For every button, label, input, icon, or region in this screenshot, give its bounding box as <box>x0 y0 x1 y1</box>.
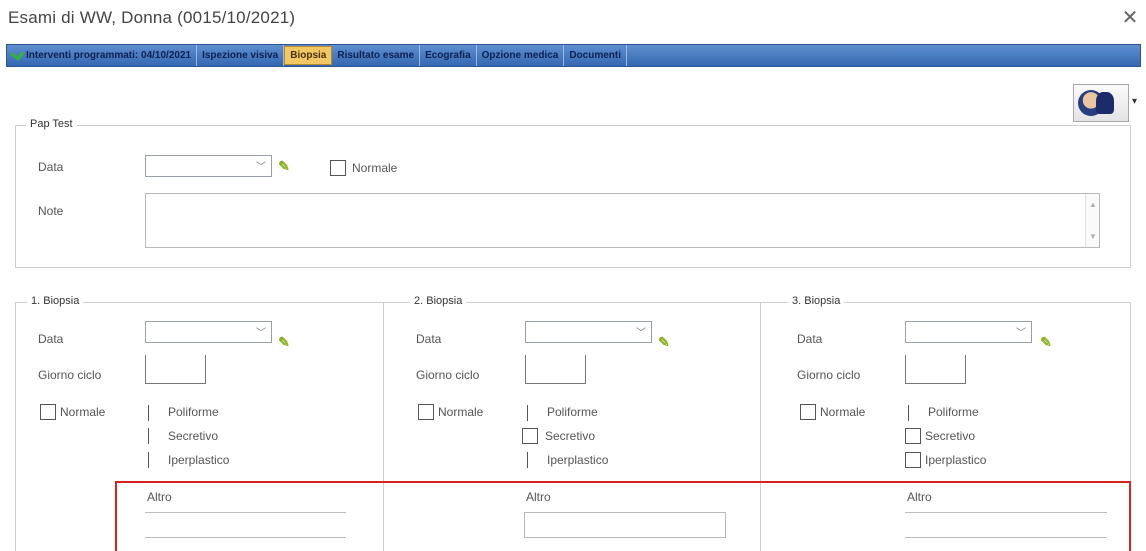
tab-label: Biopsia <box>290 50 327 61</box>
user-avatar-button[interactable] <box>1073 84 1129 122</box>
check-icon <box>10 46 25 61</box>
pap-test-legend: Pap Test <box>26 118 77 130</box>
biopsy-2-giorno-field[interactable] <box>525 355 586 384</box>
window-title: Esami di WW, Donna (0015/10/2021) <box>8 8 296 27</box>
tab-biopsia[interactable]: Biopsia <box>284 46 333 65</box>
pen-icon[interactable]: ✎ <box>276 334 292 350</box>
tab-documenti[interactable]: Documenti <box>564 45 627 66</box>
biopsy-3-iperplastico-checkbox[interactable] <box>905 452 921 468</box>
tab-opzione[interactable]: Opzione medica <box>477 45 565 66</box>
note-scrollbar[interactable]: ▲ ▼ <box>1085 194 1099 247</box>
tab-ispezione[interactable]: Ispezione visiva <box>197 45 285 66</box>
biopsy-3-secretivo-label: Secretivo <box>925 429 976 443</box>
biopsy-3-iperplastico-label: Iperplastico <box>925 453 987 467</box>
tab-interventi[interactable]: Interventi programmati: 04/10/2021 <box>7 45 198 66</box>
biopsy-1-data-combo[interactable]: ﹀ <box>145 321 272 343</box>
biopsy-1-secretivo-checkbox[interactable] <box>148 428 156 444</box>
pap-normale-checkbox[interactable] <box>330 160 346 176</box>
tab-label: Risultato esame <box>337 50 415 61</box>
chevron-down-icon[interactable]: ▾ <box>1132 96 1137 107</box>
biopsy-3-normale-label: Normale <box>820 405 866 419</box>
chevron-down-icon: ﹀ <box>1016 328 1026 339</box>
pen-icon[interactable]: ✎ <box>1038 334 1054 350</box>
biopsy-3-normale-checkbox[interactable] <box>800 404 816 420</box>
tab-risultato[interactable]: Risultato esame <box>332 45 421 66</box>
close-button[interactable]: ✕ <box>1118 6 1142 30</box>
highlight-frame <box>115 481 1131 551</box>
biopsy-3-data-combo[interactable]: ﹀ <box>905 321 1032 343</box>
pap-normale-label: Normale <box>352 161 398 175</box>
biopsy-2-poliforme-checkbox[interactable] <box>527 405 535 421</box>
biopsy-2-data-label: Data <box>416 332 442 346</box>
biopsy-3-secretivo-checkbox[interactable] <box>905 428 921 444</box>
biopsy-1-giorno-label: Giorno ciclo <box>38 368 102 382</box>
biopsy-2-poliforme-label: Poliforme <box>547 405 598 419</box>
biopsy-1-iperplastico-label: Iperplastico <box>168 453 230 467</box>
tab-ecografia[interactable]: Ecografia <box>420 45 477 66</box>
biopsy-2-giorno-label: Giorno ciclo <box>416 368 480 382</box>
biopsy-1-data-label: Data <box>38 332 64 346</box>
tab-label: Ecografia <box>425 50 471 61</box>
tab-label: Interventi programmati: 04/10/2021 <box>26 50 192 61</box>
biopsy-3-poliforme-label: Poliforme <box>928 405 979 419</box>
biopsy-2-secretivo-checkbox[interactable] <box>522 428 538 444</box>
chevron-down-icon: ﹀ <box>256 328 266 339</box>
user-avatar-icon-secondary <box>1096 92 1114 114</box>
pap-note-field[interactable]: ▲ ▼ <box>145 193 1100 248</box>
biopsy-1-normale-checkbox[interactable] <box>40 404 56 420</box>
biopsy-2-normale-checkbox[interactable] <box>418 404 434 420</box>
biopsy-3-giorno-label: Giorno ciclo <box>797 368 861 382</box>
biopsy-3-data-label: Data <box>797 332 823 346</box>
pap-note-label: Note <box>38 204 64 218</box>
biopsy-1-poliforme-label: Poliforme <box>168 405 219 419</box>
biopsy-1-secretivo-label: Secretivo <box>168 429 219 443</box>
chevron-down-icon: ﹀ <box>256 162 266 173</box>
biopsy-1-normale-label: Normale <box>60 405 106 419</box>
biopsy-2-legend: 2. Biopsia <box>410 295 467 307</box>
tab-label: Documenti <box>569 50 621 61</box>
biopsy-2-normale-label: Normale <box>438 405 484 419</box>
biopsy-1-legend: 1. Biopsia <box>27 295 84 307</box>
biopsy-2-iperplastico-label: Iperplastico <box>547 453 609 467</box>
biopsy-3-legend: 3. Biopsia <box>788 295 845 307</box>
tab-label: Opzione medica <box>481 50 559 61</box>
title-bar: Esami di WW, Donna (0015/10/2021) ✕ <box>0 0 1146 36</box>
biopsy-2-data-combo[interactable]: ﹀ <box>525 321 652 343</box>
biopsy-2-secretivo-label: Secretivo <box>545 429 596 443</box>
biopsy-3-poliforme-checkbox[interactable] <box>908 405 916 421</box>
chevron-down-icon: ﹀ <box>636 328 646 339</box>
biopsy-1-iperplastico-checkbox[interactable] <box>148 452 156 468</box>
tab-label: Ispezione visiva <box>202 50 279 61</box>
biopsy-1-giorno-field[interactable] <box>145 355 206 384</box>
pap-data-label: Data <box>38 160 64 174</box>
biopsy-3-giorno-field[interactable] <box>905 355 966 384</box>
biopsy-2-iperplastico-checkbox[interactable] <box>527 452 535 468</box>
pap-data-combo[interactable]: ﹀ <box>145 155 272 177</box>
biopsy-1-poliforme-checkbox[interactable] <box>148 405 156 421</box>
pen-icon[interactable]: ✎ <box>656 334 672 350</box>
tab-bar: Interventi programmati: 04/10/2021 Ispez… <box>6 44 1141 67</box>
pen-icon[interactable]: ✎ <box>276 158 292 174</box>
